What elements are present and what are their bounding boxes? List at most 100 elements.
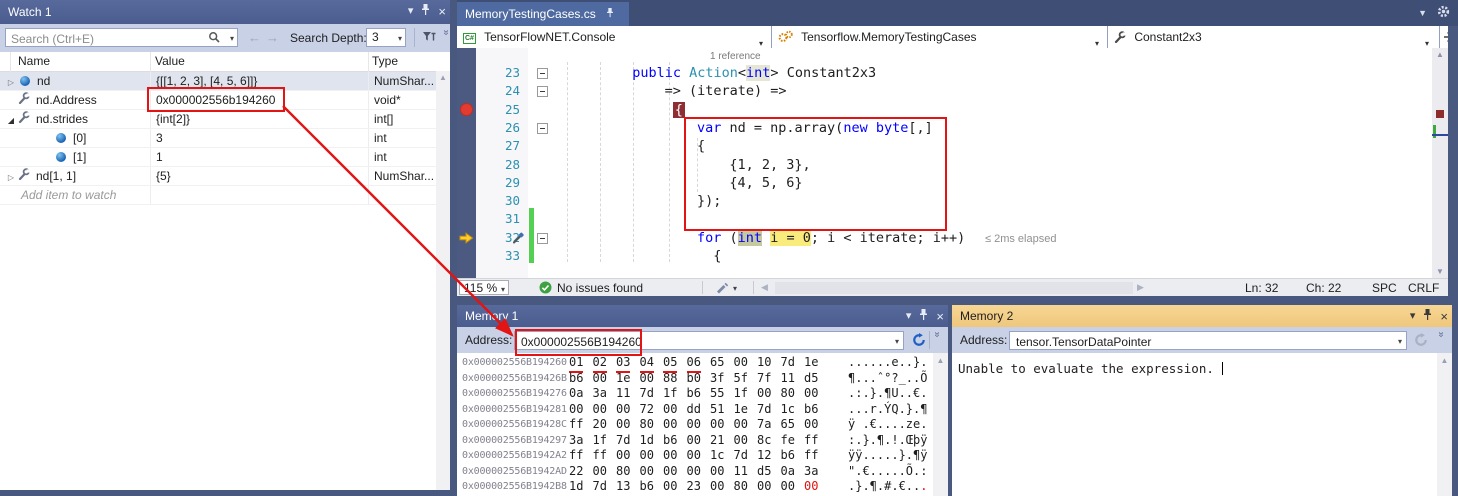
- code-line[interactable]: {4, 5, 6}: [535, 174, 1416, 192]
- pin-icon[interactable]: [919, 309, 928, 324]
- column-header-name[interactable]: Name: [18, 54, 50, 68]
- memory-row[interactable]: 0x000002556B1942973a1f7d1db60021008cfeff…: [457, 433, 933, 449]
- chevron-down-icon[interactable]: ▾: [1398, 338, 1402, 346]
- memory-row[interactable]: 0x000002556B19428Cff200080000000007a6500…: [457, 417, 933, 433]
- close-icon[interactable]: ×: [1440, 310, 1448, 323]
- editor-vertical-scrollbar[interactable]: ▲ ▼: [1432, 48, 1448, 278]
- codelens-references[interactable]: 1 reference: [710, 51, 761, 62]
- close-icon[interactable]: ×: [438, 5, 446, 18]
- chevron-down-icon[interactable]: ▾: [230, 35, 234, 43]
- chevron-down-icon[interactable]: ▾: [895, 338, 899, 346]
- window-menu-icon[interactable]: ▾: [408, 6, 414, 17]
- code-line[interactable]: {: [535, 101, 1416, 119]
- window-menu-icon[interactable]: ▾: [906, 311, 912, 322]
- pin-icon[interactable]: [606, 10, 614, 21]
- overflow-chevrons-icon[interactable]: »: [931, 332, 942, 338]
- scroll-arrow-icon[interactable]: ▲: [1432, 50, 1448, 59]
- watch-value-cell[interactable]: [150, 186, 368, 204]
- watch-row[interactable]: Add item to watch: [0, 186, 436, 205]
- scroll-arrow-icon[interactable]: ▲: [1441, 356, 1449, 365]
- memory2-titlebar[interactable]: Memory 2 ▾ ×: [952, 305, 1452, 327]
- window-menu-icon[interactable]: ▼: [1418, 8, 1427, 18]
- brush-icon[interactable]: [715, 282, 729, 297]
- code-line[interactable]: public Action<int> Constant2x3: [535, 64, 1416, 82]
- expander-icon[interactable]: ▷: [4, 169, 18, 185]
- column-header-type[interactable]: Type: [372, 54, 398, 68]
- breakpoint-icon[interactable]: [460, 103, 473, 116]
- address-input-wrap[interactable]: ▾: [1009, 331, 1407, 350]
- chevron-down-icon[interactable]: ▾: [733, 285, 737, 293]
- memory-row[interactable]: 0x000002556B1942760a3a117d1fb6551f008000…: [457, 386, 933, 402]
- column-header-value[interactable]: Value: [155, 54, 185, 68]
- zoom-level-select[interactable]: 115 % ▾: [459, 280, 509, 295]
- glyph-column[interactable]: [457, 64, 476, 278]
- forward-arrow-icon[interactable]: →: [266, 30, 279, 45]
- watch-value-cell[interactable]: {[[1, 2, 3], [4, 5, 6]]}: [150, 72, 368, 90]
- overflow-chevrons-icon[interactable]: »: [441, 30, 452, 36]
- type-dropdown[interactable]: Tensorflow.MemoryTestingCases ▾: [772, 26, 1108, 48]
- gear-icon[interactable]: [1437, 5, 1450, 21]
- code-line[interactable]: {1, 2, 3},: [535, 156, 1416, 174]
- watch-row[interactable]: nd.Address0x000002556b194260void*: [0, 91, 436, 110]
- perf-tip[interactable]: ≤ 2ms elapsed: [985, 233, 1056, 245]
- filter-icon[interactable]: [421, 30, 436, 48]
- watch-row[interactable]: [0]3int: [0, 129, 436, 148]
- memory-row[interactable]: 0x000002556B19426Bb6001e0088b03f5f7f11d5…: [457, 371, 933, 387]
- watch-grid-header[interactable]: Name Value Type: [0, 52, 436, 72]
- watch-name-cell[interactable]: nd.Address: [0, 91, 154, 109]
- watch-scrollbar[interactable]: ▲: [436, 71, 450, 490]
- back-arrow-icon[interactable]: ←: [248, 30, 261, 45]
- watch-name-cell[interactable]: Add item to watch: [0, 186, 154, 204]
- memory-row[interactable]: 0x000002556B1942B81d7d13b600230080000000…: [457, 479, 933, 495]
- watch-value-cell[interactable]: 0x000002556b194260: [150, 91, 368, 109]
- watch-row[interactable]: ▷nd{[[1, 2, 3], [4, 5, 6]]}NumShar...: [0, 72, 436, 91]
- issues-status[interactable]: No issues found: [557, 281, 643, 295]
- code-line[interactable]: var nd = np.array(new byte[,]: [535, 119, 1416, 137]
- memory1-scrollbar[interactable]: ▲: [933, 353, 948, 496]
- search-box[interactable]: ▾: [5, 28, 238, 47]
- scroll-arrow-icon[interactable]: ▲: [439, 73, 447, 82]
- memory-hex-view[interactable]: 0x000002556B1942600102030405066500107d1e…: [457, 353, 933, 496]
- member-dropdown[interactable]: Constant2x3 ▾: [1108, 26, 1440, 48]
- memory1-titlebar[interactable]: Memory 1 ▾ ×: [457, 305, 948, 327]
- code-lines[interactable]: public Action<int> Constant2x3=> (iterat…: [535, 64, 1416, 278]
- pin-icon[interactable]: [1423, 309, 1432, 324]
- search-depth-select[interactable]: 3 ▾: [366, 28, 406, 47]
- memory-row[interactable]: 0x000002556B1942600102030405066500107d1e…: [457, 355, 933, 371]
- overflow-chevrons-icon[interactable]: »: [1435, 332, 1446, 338]
- watch-value-cell[interactable]: {int[2]}: [150, 110, 368, 128]
- code-line[interactable]: => (iterate) =>: [535, 82, 1416, 100]
- pin-icon[interactable]: [421, 4, 430, 19]
- expander-icon[interactable]: ◢: [4, 112, 18, 128]
- watch-value-cell[interactable]: 1: [150, 148, 368, 166]
- tab-memorytestingcases[interactable]: MemoryTestingCases.cs ×: [457, 2, 629, 26]
- address-input[interactable]: [519, 333, 889, 350]
- code-line[interactable]: });: [535, 192, 1416, 210]
- code-line[interactable]: for (int i = 0; i < iterate; i++): [535, 229, 1416, 247]
- watch-value-cell[interactable]: 3: [150, 129, 368, 147]
- memory2-scrollbar[interactable]: ▲: [1437, 353, 1452, 496]
- code-line[interactable]: [535, 210, 1416, 228]
- memory-row[interactable]: 0x000002556B1942AD2200800000000011d50a3a…: [457, 464, 933, 480]
- memory-row[interactable]: 0x000002556B1942810000007200dd511e7d1cb6…: [457, 402, 933, 418]
- memory2-message-area[interactable]: Unable to evaluate the expression.: [952, 353, 1437, 496]
- watch-row[interactable]: ▷nd[1, 1]{5}NumShar...: [0, 167, 436, 186]
- search-input[interactable]: [9, 30, 203, 47]
- memory-row[interactable]: 0x000002556B1942A2ffff000000001c7d12b6ff…: [457, 448, 933, 464]
- refresh-icon[interactable]: [912, 333, 926, 347]
- project-dropdown[interactable]: C# TensorFlowNET.Console ▾: [457, 26, 772, 48]
- window-menu-icon[interactable]: ▾: [1410, 311, 1416, 322]
- code-line[interactable]: {: [535, 247, 1416, 265]
- horizontal-scrollbar[interactable]: [775, 282, 1133, 294]
- watch-row[interactable]: [1]1int: [0, 148, 436, 167]
- address-input[interactable]: [1014, 333, 1392, 350]
- watch-titlebar[interactable]: Watch 1 ▾ ×: [0, 0, 450, 24]
- hscroll-left-arrow[interactable]: ◀: [761, 282, 768, 293]
- watch-name-cell[interactable]: ▷nd[1, 1]: [0, 167, 154, 185]
- close-icon[interactable]: ×: [936, 310, 944, 323]
- address-input-wrap[interactable]: ▾: [514, 331, 904, 350]
- refresh-icon-disabled[interactable]: [1414, 333, 1428, 347]
- expander-icon[interactable]: ▷: [4, 74, 18, 90]
- search-icon[interactable]: [208, 31, 221, 47]
- watch-value-cell[interactable]: {5}: [150, 167, 368, 185]
